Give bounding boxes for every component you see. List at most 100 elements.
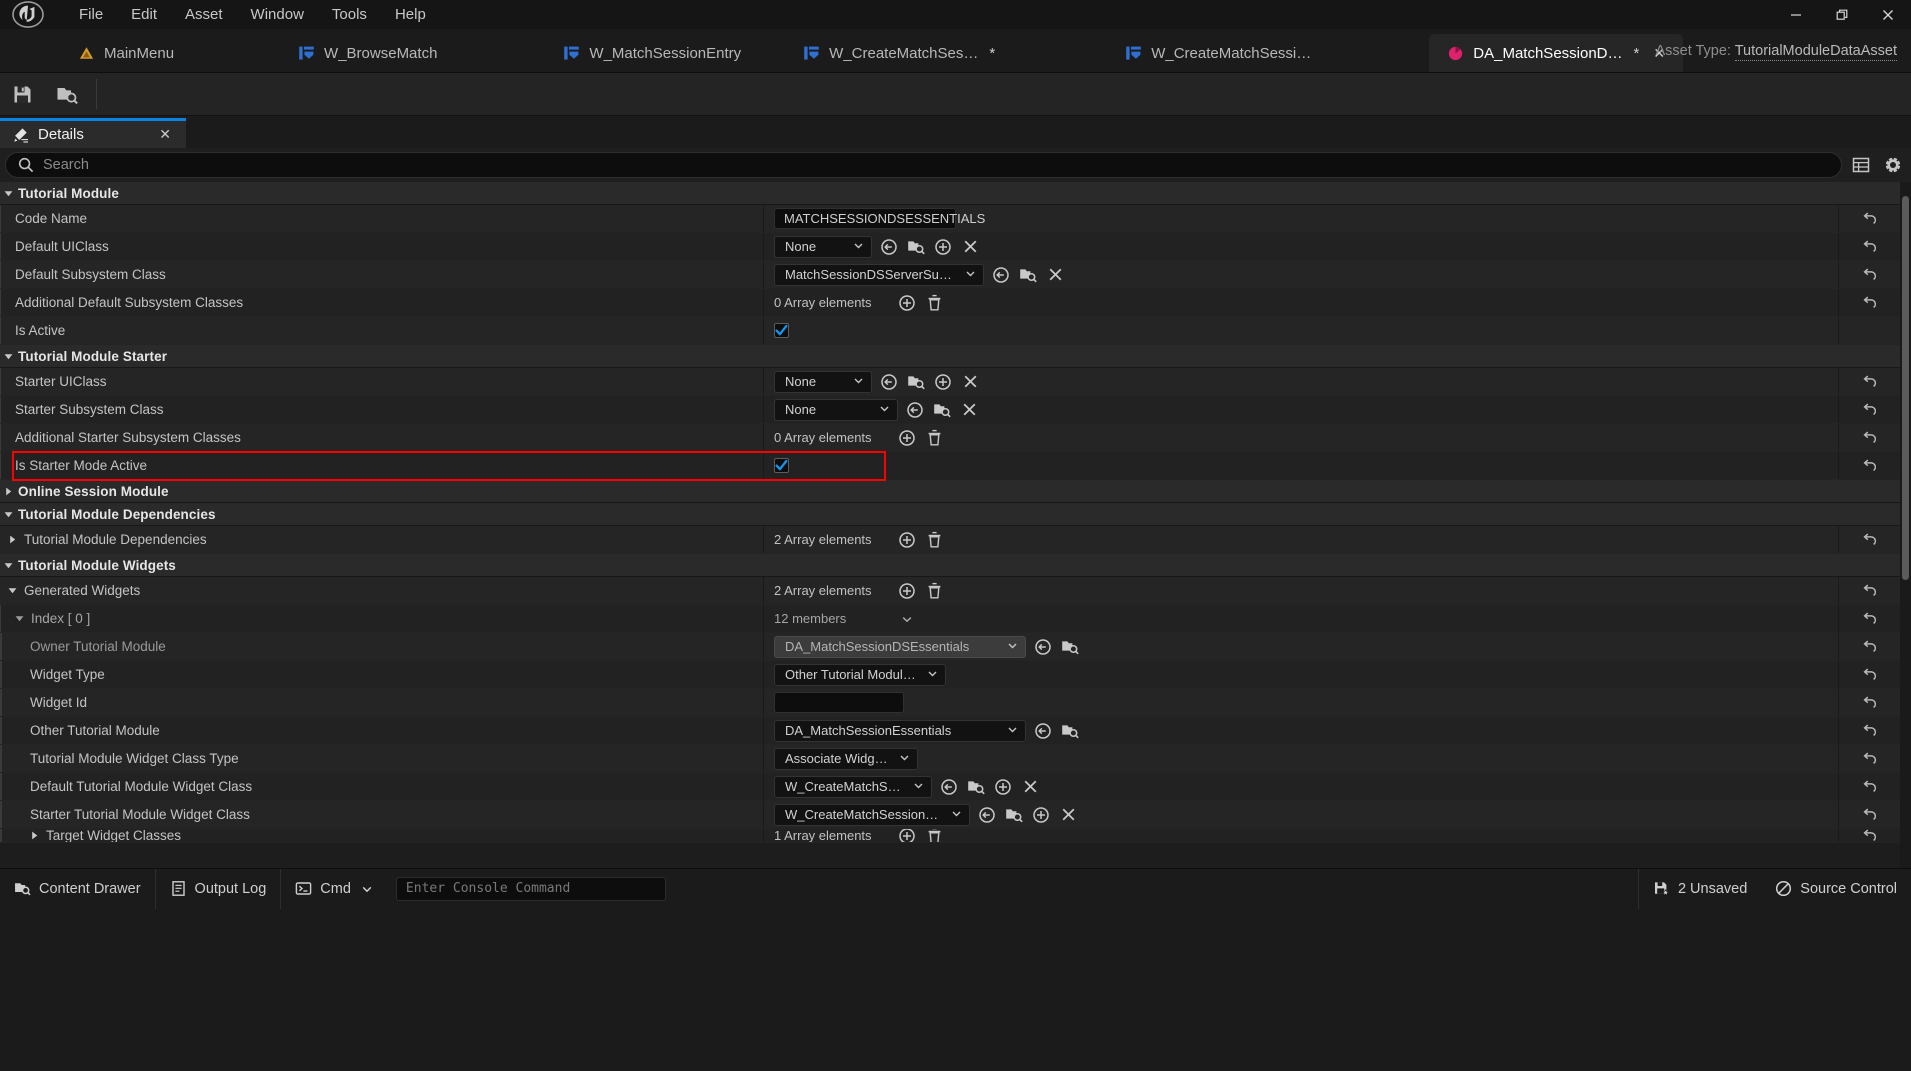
category-header[interactable]: Tutorial Module Widgets (0, 554, 1900, 577)
browse-icon[interactable] (1060, 637, 1080, 657)
folder-search-icon[interactable] (45, 73, 90, 116)
category-header[interactable]: Tutorial Module Starter (0, 345, 1900, 368)
reset-icon[interactable] (1860, 530, 1880, 550)
property-row[interactable]: Tutorial Module Widget Class Type Associa… (0, 745, 1900, 773)
reset-icon[interactable] (1860, 609, 1880, 629)
menu-file[interactable]: File (65, 2, 117, 27)
property-row[interactable]: Additional Default Subsystem Classes 0 Ar… (0, 289, 1900, 317)
grid-icon[interactable] (1848, 152, 1874, 178)
property-row[interactable]: Owner Tutorial Module DA_MatchSessionDSEs… (0, 633, 1900, 661)
console-command-input[interactable]: Enter Console Command (395, 876, 666, 901)
property-row[interactable]: Widget Type Other Tutorial Module Widget (0, 661, 1900, 689)
asset-tab-2[interactable]: W_BrowseMatch (280, 34, 455, 72)
reset-icon[interactable] (1860, 209, 1880, 229)
checkbox[interactable] (774, 323, 789, 338)
clear-icon[interactable] (960, 237, 980, 257)
new-asset-icon[interactable] (993, 777, 1013, 797)
use-selected-icon[interactable] (1033, 637, 1053, 657)
text-input[interactable]: MATCHSESSIONDSESSENTIALS (774, 208, 985, 229)
use-selected-icon[interactable] (1033, 721, 1053, 741)
browse-icon[interactable] (906, 237, 926, 257)
menu-window[interactable]: Window (237, 2, 318, 27)
delete-all-icon[interactable] (924, 293, 944, 313)
dropdown[interactable]: MatchSessionDSServerSubsystem (774, 263, 984, 286)
dropdown[interactable]: Other Tutorial Module Widget (774, 663, 946, 686)
browse-icon[interactable] (1004, 805, 1024, 825)
restore-icon[interactable] (1819, 0, 1865, 29)
asset-tab-6[interactable]: DA_MatchSessionD… * ✕ (1429, 34, 1684, 72)
menu-help[interactable]: Help (381, 2, 440, 27)
asset-type-value[interactable]: TutorialModuleDataAsset (1734, 43, 1897, 61)
property-row[interactable]: Additional Starter Subsystem Classes 0 Ar… (0, 424, 1900, 452)
reset-icon[interactable] (1860, 637, 1880, 657)
chevron-right-icon[interactable] (8, 535, 17, 544)
property-row[interactable]: Widget Id (0, 689, 1900, 717)
search-input[interactable]: Search (5, 152, 1842, 178)
dropdown[interactable]: None (774, 235, 872, 258)
new-asset-icon[interactable] (933, 237, 953, 257)
chevron-down-icon[interactable] (4, 189, 13, 198)
reset-icon[interactable] (1860, 265, 1880, 285)
delete-all-icon[interactable] (924, 829, 944, 842)
add-element-icon[interactable] (897, 428, 917, 448)
dropdown[interactable]: W_CreateMatchSessionDS (774, 775, 932, 798)
reset-icon[interactable] (1860, 456, 1880, 476)
browse-icon[interactable] (932, 400, 952, 420)
reset-icon[interactable] (1860, 400, 1880, 420)
delete-all-icon[interactable] (924, 428, 944, 448)
property-row[interactable]: Index [ 0 ] 12 members (0, 605, 1900, 633)
reset-icon[interactable] (1860, 749, 1880, 769)
tab-details[interactable]: Details ✕ (0, 118, 186, 148)
close-icon[interactable] (1865, 0, 1911, 29)
save-icon[interactable] (0, 73, 45, 116)
reset-icon[interactable] (1860, 665, 1880, 685)
browse-icon[interactable] (1060, 721, 1080, 741)
use-selected-icon[interactable] (905, 400, 925, 420)
asset-tab-3[interactable]: W_MatchSessionEntry (545, 34, 759, 72)
delete-all-icon[interactable] (924, 581, 944, 601)
gear-icon[interactable] (1880, 152, 1906, 178)
unreal-logo-icon[interactable] (0, 0, 55, 29)
use-selected-icon[interactable] (879, 237, 899, 257)
chevron-down-icon[interactable] (4, 561, 13, 570)
property-row[interactable]: Target Widget Classes 1 Array elements (0, 829, 1900, 843)
browse-icon[interactable] (1018, 265, 1038, 285)
use-selected-icon[interactable] (977, 805, 997, 825)
add-element-icon[interactable] (897, 829, 917, 842)
property-row[interactable]: Starter Subsystem Class None (0, 396, 1900, 424)
property-row[interactable]: Default UIClass None (0, 233, 1900, 261)
menu-edit[interactable]: Edit (117, 2, 171, 27)
dropdown[interactable]: None (774, 370, 872, 393)
menu-tools[interactable]: Tools (318, 2, 381, 27)
property-row[interactable]: Other Tutorial Module DA_MatchSessionEsse… (0, 717, 1900, 745)
asset-tab-4[interactable]: W_CreateMatchSes… * (785, 34, 1013, 72)
property-row[interactable]: Default Tutorial Module Widget Class W_Cr… (0, 773, 1900, 801)
category-header[interactable]: Online Session Module (0, 480, 1900, 503)
reset-icon[interactable] (1860, 293, 1880, 313)
property-row[interactable]: Code Name MATCHSESSIONDSESSENTIALS (0, 205, 1900, 233)
clear-icon[interactable] (1020, 777, 1040, 797)
property-row[interactable]: Tutorial Module Dependencies 2 Array elem… (0, 526, 1900, 554)
category-header[interactable]: Tutorial Module (0, 182, 1900, 205)
clear-icon[interactable] (1058, 805, 1078, 825)
content-drawer-button[interactable]: Content Drawer (0, 869, 155, 909)
property-row[interactable]: Is Active (0, 317, 1900, 345)
cmd-button[interactable]: Cmd (281, 869, 390, 909)
dropdown[interactable]: DA_MatchSessionDSEssentials (774, 635, 1026, 658)
add-element-icon[interactable] (897, 581, 917, 601)
add-element-icon[interactable] (897, 293, 917, 313)
menu-asset[interactable]: Asset (171, 2, 237, 27)
property-row[interactable]: Starter UIClass None (0, 368, 1900, 396)
reset-icon[interactable] (1860, 428, 1880, 448)
asset-tab-1[interactable]: MainMenu (60, 34, 192, 72)
chevron-down-icon[interactable] (359, 880, 376, 897)
chevron-down-icon[interactable] (897, 609, 917, 629)
chevron-down-icon[interactable] (8, 586, 17, 595)
delete-all-icon[interactable] (924, 530, 944, 550)
checkbox[interactable] (774, 458, 789, 473)
reset-icon[interactable] (1860, 237, 1880, 257)
dropdown[interactable]: None (774, 398, 898, 421)
minimize-icon[interactable] (1773, 0, 1819, 29)
reset-icon[interactable] (1860, 372, 1880, 392)
unsaved-indicator[interactable]: 2 Unsaved (1639, 869, 1761, 909)
